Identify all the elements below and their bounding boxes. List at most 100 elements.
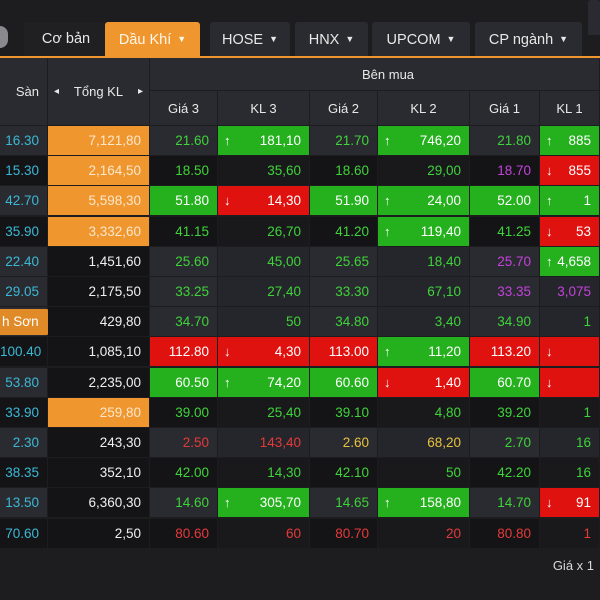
tab-upcom[interactable]: UPCOM ▼ — [372, 22, 470, 57]
arrow-up-icon: ↑ — [384, 133, 391, 148]
cell-value: 1,40 — [434, 374, 461, 390]
cell-kl-3: ↑ 305,70 — [218, 488, 310, 519]
table-row[interactable]: 29.05 2,175,50 33.25 27,40 33.30 67,10 33.35 3,… — [0, 277, 600, 307]
tab-hose[interactable]: HOSE ▼ — [210, 22, 290, 57]
cell-value: 18.60 — [335, 163, 369, 179]
cell-value: 53 — [575, 223, 591, 239]
cell-value: 50 — [285, 314, 301, 330]
cell-value: 4,80 — [434, 404, 461, 420]
cell-value: 1 — [583, 404, 591, 420]
cell-kl-3: 35,60 — [218, 156, 310, 187]
cell-giá-3: 33.25 — [150, 277, 218, 307]
cell-value: 80.60 — [175, 525, 209, 541]
cell-tong-kl: 6,360,30 — [48, 488, 150, 519]
cell-kl-1: 16 — [540, 428, 600, 458]
cell-kl-2: ↑ 119,40 — [378, 216, 470, 247]
header-col-giá-2[interactable]: Giá 2 — [310, 91, 378, 126]
cell-kl-1: ↓ 53 — [540, 216, 600, 247]
cell-giá-1: 80.80 — [470, 518, 540, 549]
scroll-left-icon[interactable]: ◂ — [54, 86, 59, 97]
arrow-down-icon: ↓ — [546, 374, 553, 390]
tab-more[interactable] — [588, 0, 600, 35]
cell-tong-kl: 1,451,60 — [48, 246, 150, 277]
header-san[interactable]: Sàn — [0, 58, 48, 126]
arrow-down-icon: ↓ — [546, 344, 553, 360]
chevron-down-icon[interactable]: ▼ — [447, 34, 456, 44]
cell-kl-3: ↑ 181,10 — [218, 126, 310, 156]
cell-giá-2: 14.65 — [310, 488, 378, 519]
cell-value: 68,20 — [427, 435, 461, 450]
table-row[interactable]: 33.90 259,80 39.00 25,40 39.10 4,80 39.20 1 — [0, 397, 600, 428]
table-row[interactable]: 53.80 2,235,00 60.50 ↑ 74,20 60.60 ↓ 1,40 60.70 ↓ — [0, 367, 600, 398]
table-row[interactable]: 42.70 5,598,30 51.80 ↓ 14,30 51.90 ↑ 24,00 52.00… — [0, 186, 600, 217]
cell-kl-2: ↑ 24,00 — [378, 186, 470, 217]
table-row[interactable]: 2.30 243,30 2.50 143,40 2.60 68,20 2.70 16 — [0, 428, 600, 458]
table-row[interactable]: 22.40 1,451,60 25.60 45,00 25.65 18,40 25.70 ↑ 4… — [0, 246, 600, 277]
table-row[interactable]: 13.50 6,360,30 14.60 ↑ 305,70 14.65 ↑ 158,80 14.… — [0, 488, 600, 519]
header-tong-kl[interactable]: ◂ Tổng KL ▸ — [48, 58, 150, 126]
table-row[interactable]: 16.30 7,121,80 21.60 ↑ 181,10 21.70 ↑ 746,20 21.… — [0, 126, 600, 156]
cell-kl-3: 14,30 — [218, 458, 310, 489]
cell-san: 33.90 — [0, 397, 48, 428]
tab-dầu-khí[interactable]: Dầu Khí ▼ — [105, 22, 200, 57]
scroll-right-icon[interactable]: ▸ — [138, 86, 143, 97]
header-col-giá-1[interactable]: Giá 1 — [470, 91, 540, 126]
table-row[interactable]: 100.40 1,085,10 112.80 ↓ 4,30 113.00 ↑ 11,20 113… — [0, 337, 600, 368]
cell-kl-1: 16 — [540, 458, 600, 489]
cell-value: 35,60 — [267, 163, 301, 179]
chevron-down-icon[interactable]: ▼ — [269, 34, 278, 44]
tab-hnx[interactable]: HNX ▼ — [295, 22, 368, 57]
cell-giá-3: 80.60 — [150, 518, 218, 549]
cell-kl-2: 68,20 — [378, 428, 470, 458]
chevron-down-icon[interactable]: ▼ — [345, 34, 354, 44]
arrow-down-icon: ↓ — [546, 163, 553, 179]
cell-value: 27,40 — [267, 284, 301, 299]
chevron-down-icon[interactable]: ▼ — [177, 34, 186, 44]
cell-giá-3: 14.60 — [150, 488, 218, 519]
table-row[interactable]: 15.30 2,164,50 18.50 35,60 18.60 29,00 18.70 ↓ 8… — [0, 156, 600, 187]
chevron-down-icon[interactable]: ▼ — [559, 34, 568, 44]
cell-value: 746,20 — [419, 133, 461, 148]
arrow-up-icon: ↑ — [384, 223, 391, 239]
cell-giá-3: 25.60 — [150, 246, 218, 277]
cell-value: 4,658 — [557, 253, 591, 269]
cell-tong-kl: 429,80 — [48, 307, 150, 338]
symbol-tooltip: h Sơn — [0, 309, 50, 336]
tab-cp-ngành[interactable]: CP ngành ▼ — [475, 22, 582, 57]
cell-kl-1: ↑ 885 — [540, 126, 600, 156]
cell-value: 158,80 — [419, 495, 461, 511]
table-row[interactable]: h Sơn 429,80 34.70 50 34.80 3,40 34.90 1 — [0, 307, 600, 338]
arrow-up-icon: ↑ — [224, 374, 231, 390]
tab-label: Cơ bản — [41, 31, 91, 47]
header-col-kl-1[interactable]: KL 1 — [540, 91, 600, 126]
cell-kl-2: 20 — [378, 518, 470, 549]
cell-giá-2: 18.60 — [310, 156, 378, 187]
cell-giá-3: 2.50 — [150, 428, 218, 458]
cell-value: 3,40 — [434, 314, 461, 330]
cell-value: 25,40 — [267, 404, 301, 420]
header-col-kl-3[interactable]: KL 3 — [218, 91, 310, 126]
cell-giá-3: 39.00 — [150, 397, 218, 428]
cell-san: 15.30 — [0, 156, 48, 187]
tab-label: CP ngành — [488, 32, 554, 48]
cell-giá-1: 113.20 — [470, 337, 540, 368]
tab-label: Dầu Khí — [118, 32, 172, 48]
cell-value: 25.60 — [175, 253, 209, 269]
table-row[interactable]: 35.90 3,332,60 41.15 26,70 41.20 ↑ 119,40 41.25… — [0, 216, 600, 247]
cell-value: 1 — [583, 314, 591, 330]
cell-kl-2: 29,00 — [378, 156, 470, 187]
cell-value: 42.20 — [497, 465, 531, 481]
cell-kl-2: 50 — [378, 458, 470, 489]
table-row[interactable]: 38.35 352,10 42.00 14,30 42.10 50 42.20 16 — [0, 458, 600, 489]
header-col-kl-2[interactable]: KL 2 — [378, 91, 470, 126]
tab-cơ-bản[interactable]: Cơ bản — [24, 22, 108, 57]
cell-san: 2.30 — [0, 428, 48, 458]
cell-value: 50 — [445, 465, 461, 481]
cell-value: 14.65 — [335, 495, 369, 511]
cell-value: 21.60 — [175, 133, 209, 148]
cell-tong-kl: 259,80 — [48, 397, 150, 428]
cell-value: 60.50 — [175, 374, 209, 390]
arrow-up-icon: ↑ — [384, 344, 391, 360]
header-col-giá-3[interactable]: Giá 3 — [150, 91, 218, 126]
table-row[interactable]: 70.60 2,50 80.60 60 80.70 20 80.80 1 — [0, 518, 600, 549]
